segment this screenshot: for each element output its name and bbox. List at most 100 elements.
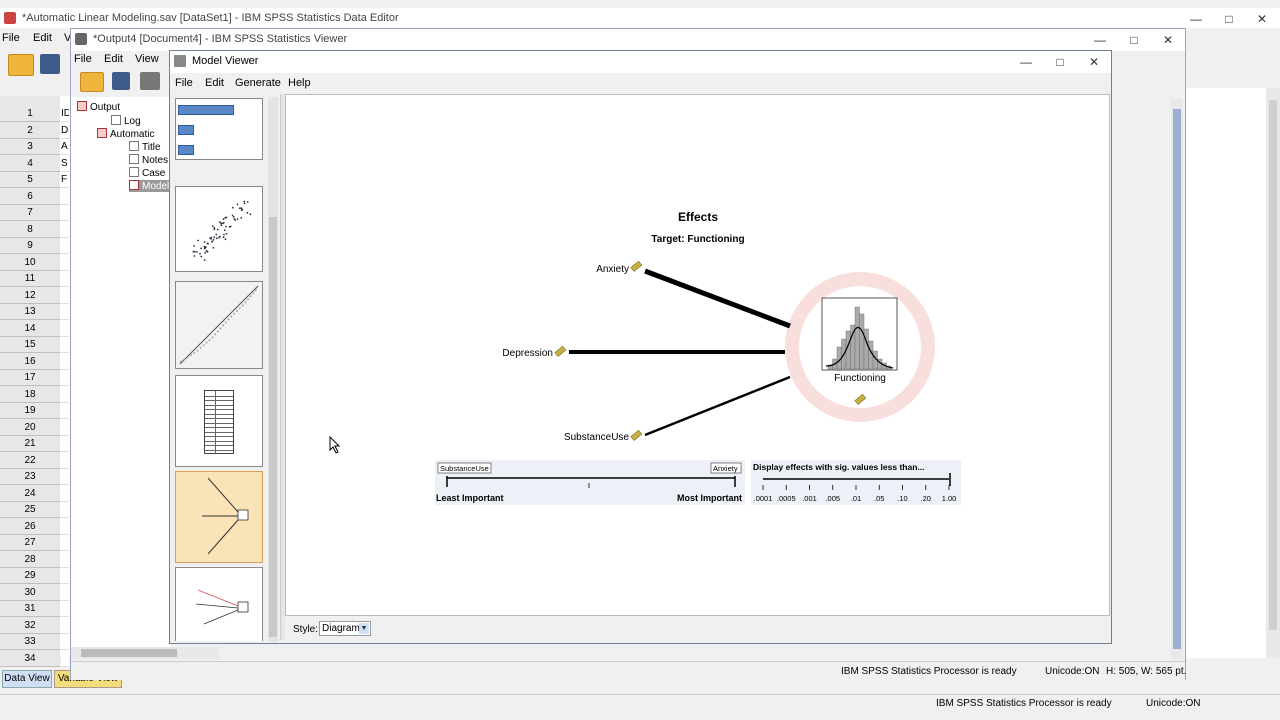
row-header[interactable]: 23 bbox=[0, 469, 60, 485]
predictor-substanceuse-label[interactable]: SubstanceUse bbox=[564, 432, 629, 443]
data-editor-titlebar[interactable]: *Automatic Linear Modeling.sav [DataSet1… bbox=[0, 8, 1280, 28]
row-header[interactable]: 34 bbox=[0, 650, 60, 667]
outline-hscrollbar[interactable] bbox=[71, 647, 219, 659]
data-editor-vscrollbar[interactable] bbox=[1266, 88, 1280, 658]
row-header[interactable]: 1 bbox=[0, 106, 60, 122]
data-cell[interactable] bbox=[61, 271, 69, 287]
data-cell[interactable] bbox=[61, 304, 69, 320]
data-cell[interactable] bbox=[61, 370, 69, 386]
thumbnail-scatterplot[interactable] bbox=[175, 186, 263, 272]
minimize-icon[interactable]: — bbox=[1185, 11, 1207, 27]
row-header[interactable]: 29 bbox=[0, 568, 60, 584]
row-header[interactable]: 20 bbox=[0, 419, 60, 436]
data-cell[interactable] bbox=[61, 205, 69, 221]
data-cell[interactable]: ID bbox=[61, 106, 69, 122]
thumbnail-effects-selected[interactable] bbox=[175, 471, 263, 563]
tree-item-automatic[interactable]: Automatic bbox=[97, 128, 154, 140]
data-cell[interactable]: A bbox=[61, 139, 69, 155]
data-cell[interactable] bbox=[61, 551, 69, 568]
viewer-titlebar[interactable]: *Output4 [Document4] - IBM SPSS Statisti… bbox=[71, 29, 1185, 51]
viewer-open-folder-icon[interactable] bbox=[80, 72, 104, 92]
data-cell[interactable] bbox=[61, 353, 69, 370]
row-header[interactable]: 7 bbox=[0, 205, 60, 221]
thumbnail-bar-chart[interactable] bbox=[175, 98, 263, 160]
data-cell[interactable] bbox=[61, 617, 69, 634]
viewer-maximize-icon[interactable]: □ bbox=[1123, 32, 1145, 48]
data-cell[interactable] bbox=[61, 601, 69, 617]
data-cell[interactable] bbox=[61, 337, 69, 353]
viewer-menu-edit[interactable]: Edit bbox=[104, 53, 123, 65]
data-cell[interactable] bbox=[61, 386, 69, 403]
data-cell[interactable] bbox=[61, 419, 69, 436]
data-cell[interactable] bbox=[61, 502, 69, 518]
viewer-menu-file[interactable]: File bbox=[74, 53, 92, 65]
close-icon[interactable]: ✕ bbox=[1251, 11, 1273, 27]
open-folder-icon[interactable] bbox=[8, 54, 34, 76]
row-header[interactable]: 14 bbox=[0, 320, 60, 337]
mv-maximize-icon[interactable]: □ bbox=[1049, 54, 1071, 70]
row-header[interactable]: 25 bbox=[0, 502, 60, 518]
data-cell[interactable] bbox=[61, 469, 69, 485]
row-header[interactable]: 33 bbox=[0, 634, 60, 650]
mv-menu-edit[interactable]: Edit bbox=[205, 77, 224, 89]
data-cell[interactable] bbox=[61, 238, 69, 254]
maximize-icon[interactable]: □ bbox=[1218, 11, 1240, 27]
data-cell[interactable] bbox=[61, 518, 69, 535]
tree-item-case[interactable]: Case bbox=[129, 167, 165, 179]
row-header[interactable]: 12 bbox=[0, 287, 60, 304]
mv-minimize-icon[interactable]: — bbox=[1015, 54, 1037, 70]
mv-menu-help[interactable]: Help bbox=[288, 77, 311, 89]
data-cell[interactable] bbox=[61, 436, 69, 452]
mv-menu-file[interactable]: File bbox=[175, 77, 193, 89]
style-select[interactable]: Diagram ▼ bbox=[319, 621, 371, 636]
data-cell[interactable] bbox=[61, 221, 69, 238]
row-header[interactable]: 8 bbox=[0, 221, 60, 238]
tree-item-title[interactable]: Title bbox=[129, 141, 161, 153]
thumbnail-table[interactable] bbox=[175, 375, 263, 467]
row-header[interactable]: 13 bbox=[0, 304, 60, 320]
row-header[interactable]: 5 bbox=[0, 172, 60, 188]
row-header[interactable]: 10 bbox=[0, 254, 60, 271]
data-cell[interactable] bbox=[61, 485, 69, 502]
data-cell[interactable] bbox=[61, 584, 69, 601]
predictor-anxiety-label[interactable]: Anxiety bbox=[596, 264, 629, 275]
row-header[interactable]: 22 bbox=[0, 452, 60, 469]
data-cell[interactable]: D bbox=[61, 122, 69, 139]
thumbnail-pp-plot[interactable] bbox=[175, 281, 263, 369]
data-cell[interactable] bbox=[61, 452, 69, 469]
tree-item-log[interactable]: Log bbox=[111, 115, 141, 127]
data-cell[interactable] bbox=[61, 403, 69, 419]
viewer-menu-view[interactable]: View bbox=[135, 53, 159, 65]
row-header[interactable]: 19 bbox=[0, 403, 60, 419]
thumbnail-effects-alt[interactable] bbox=[175, 567, 263, 641]
mv-close-icon[interactable]: ✕ bbox=[1083, 54, 1105, 70]
row-header[interactable]: 2 bbox=[0, 122, 60, 139]
row-header[interactable]: 28 bbox=[0, 551, 60, 568]
mv-menu-generate[interactable]: Generate bbox=[235, 77, 281, 89]
row-header[interactable]: 11 bbox=[0, 271, 60, 287]
row-header[interactable]: 16 bbox=[0, 353, 60, 370]
row-header[interactable]: 21 bbox=[0, 436, 60, 452]
menu-file[interactable]: File bbox=[2, 32, 20, 44]
tree-item-notes[interactable]: Notes bbox=[129, 154, 168, 166]
data-cell[interactable] bbox=[61, 287, 69, 304]
thumbnail-scrollbar[interactable] bbox=[268, 97, 278, 642]
viewer-minimize-icon[interactable]: — bbox=[1089, 32, 1111, 48]
data-cell[interactable]: S bbox=[61, 155, 69, 172]
tree-item-output[interactable]: Output bbox=[77, 101, 120, 113]
tree-item-model[interactable]: Model bbox=[129, 180, 174, 192]
model-viewer-titlebar[interactable]: Model Viewer — □ ✕ bbox=[170, 51, 1111, 73]
viewer-vscrollbar[interactable] bbox=[1171, 99, 1183, 659]
row-header[interactable]: 17 bbox=[0, 370, 60, 386]
row-header[interactable]: 4 bbox=[0, 155, 60, 172]
data-cell[interactable] bbox=[61, 188, 69, 205]
row-header[interactable]: 31 bbox=[0, 601, 60, 617]
row-header[interactable]: 18 bbox=[0, 386, 60, 403]
viewer-print-icon[interactable] bbox=[140, 72, 160, 90]
data-view-tab[interactable]: Data View bbox=[2, 670, 52, 688]
row-header[interactable]: 26 bbox=[0, 518, 60, 535]
data-cell[interactable] bbox=[61, 650, 69, 667]
row-header[interactable]: 3 bbox=[0, 139, 60, 155]
row-header[interactable]: 32 bbox=[0, 617, 60, 634]
predictor-depression-label[interactable]: Depression bbox=[502, 348, 553, 359]
